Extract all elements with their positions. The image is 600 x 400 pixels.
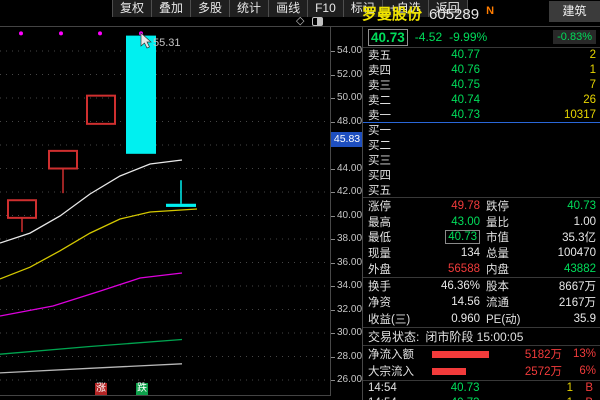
stat-row: 换手46.36%股本8667万 — [363, 278, 600, 294]
cursor-price-label: 55.31 — [153, 37, 181, 49]
stock-title: 罗曼股份 605289 N — [362, 3, 494, 24]
menu-item-0[interactable]: 复权 — [112, 0, 151, 17]
trade-list: 14:5440.731B14:5440.731B — [363, 381, 600, 400]
ask-list: 卖五40.772卖四40.761卖三40.757卖二40.7426卖一40.73… — [363, 48, 600, 123]
y-axis-label: 32.00 — [331, 303, 362, 317]
money-flow-row: 净流入额5182万13% — [363, 346, 600, 363]
bid-row[interactable]: 买四 — [363, 167, 600, 182]
last-price: 40.73 — [368, 29, 408, 46]
ask-row[interactable]: 卖四40.761 — [363, 63, 600, 78]
split-view-icon[interactable] — [312, 17, 323, 26]
y-axis: 45.83 54.00 52.00 50.00 48.00 44.00 42.00 40.0… — [330, 26, 362, 396]
legend-up-badge: 涨 — [95, 383, 107, 395]
bid-row[interactable]: 买二 — [363, 138, 600, 153]
stat-row: 净资14.56流通2167万 — [363, 294, 600, 310]
money-flow-list: 净流入额5182万13%大宗流入2572万6% — [363, 346, 600, 381]
ask-row[interactable]: 卖一40.7310317 — [363, 107, 600, 122]
stat-list: 涨停49.78跌停40.73最高43.00量比1.00最低40.73市值35.3… — [363, 198, 600, 278]
y-axis-label: 50.00 — [331, 91, 362, 105]
y-axis-label: 44.00 — [331, 162, 362, 176]
trade-status-row: 交易状态: 闭市阶段 15:00:05 — [363, 328, 600, 346]
menu-item-3[interactable]: 统计 — [229, 0, 268, 17]
stat-list-2: 换手46.36%股本8667万净资14.56流通2167万收益(三)0.960P… — [363, 278, 600, 328]
ask-row[interactable]: 卖五40.772 — [363, 48, 600, 63]
crosshair-price-tag: 45.83 — [331, 132, 363, 147]
stat-row: 外盘56588内盘43882 — [363, 261, 600, 277]
last-price-row: 40.73 -4.52 -9.99% -0.83% — [363, 27, 600, 48]
ask-row[interactable]: 卖二40.7426 — [363, 92, 600, 107]
y-axis-label: 30.00 — [331, 326, 362, 340]
trade-row: 14:5440.731B — [363, 396, 600, 400]
stat-row: 涨停49.78跌停40.73 — [363, 198, 600, 214]
menu-item-2[interactable]: 多股 — [190, 0, 229, 17]
stat-row: 最高43.00量比1.00 — [363, 214, 600, 230]
y-axis-label: 52.00 — [331, 68, 362, 82]
ask-row[interactable]: 卖三40.757 — [363, 78, 600, 93]
stat-row: 最低40.73市值35.3亿 — [363, 230, 600, 246]
sector-button[interactable]: 建筑 — [549, 1, 600, 22]
y-axis-label: 42.00 — [331, 185, 362, 199]
flow-bar — [432, 351, 504, 358]
menu-item-5[interactable]: F10 — [307, 0, 343, 17]
legend-down-badge: 跌 — [136, 383, 148, 395]
bid-row[interactable]: 买一 — [363, 123, 600, 138]
y-axis-label: 34.00 — [331, 279, 362, 293]
quote-panel: 40.73 -4.52 -9.99% -0.83% 卖五40.772卖四40.7… — [362, 26, 600, 400]
y-axis-label: 54.00 — [331, 44, 362, 58]
bid-list: 买一买二买三买四买五 — [363, 123, 600, 198]
y-axis-label: 26.00 — [331, 373, 362, 387]
y-axis-label: 40.00 — [331, 209, 362, 223]
new-stock-marker: N — [486, 5, 494, 17]
y-axis-label: 48.00 — [331, 115, 362, 129]
trade-status-value: 闭市阶段 15:00:05 — [425, 328, 523, 345]
trade-row: 14:5440.731B — [363, 381, 600, 396]
bid-row[interactable]: 买三 — [363, 153, 600, 168]
stock-code: 605289 — [429, 6, 479, 23]
stock-name: 罗曼股份 — [362, 3, 422, 24]
price-change: -4.52 — [415, 30, 442, 44]
money-flow-row: 大宗流入2572万6% — [363, 363, 600, 380]
stat-row: 收益(三)0.960PE(动)35.9 — [363, 311, 600, 327]
y-axis-label: 36.00 — [331, 256, 362, 270]
price-change-pct: -9.99% — [449, 30, 487, 44]
y-axis-label: 38.00 — [331, 232, 362, 246]
chart-canvas[interactable]: 55.31 — [0, 27, 330, 397]
flow-bar — [432, 368, 504, 375]
trade-status-label: 交易状态: — [368, 328, 419, 345]
menu-item-1[interactable]: 叠加 — [151, 0, 190, 17]
sector-change-badge: -0.83% — [553, 30, 596, 44]
stat-row: 现量134总量100470 — [363, 245, 600, 261]
candlestick-chart[interactable]: 55.31 涨 跌 — [0, 26, 330, 396]
bid-row[interactable]: 买五 — [363, 182, 600, 197]
y-axis-label: 28.00 — [331, 350, 362, 364]
top-bar: 复权叠加多股统计画线F10标记+自选返回 罗曼股份 605289 N 建筑 ◇ — [0, 0, 600, 26]
